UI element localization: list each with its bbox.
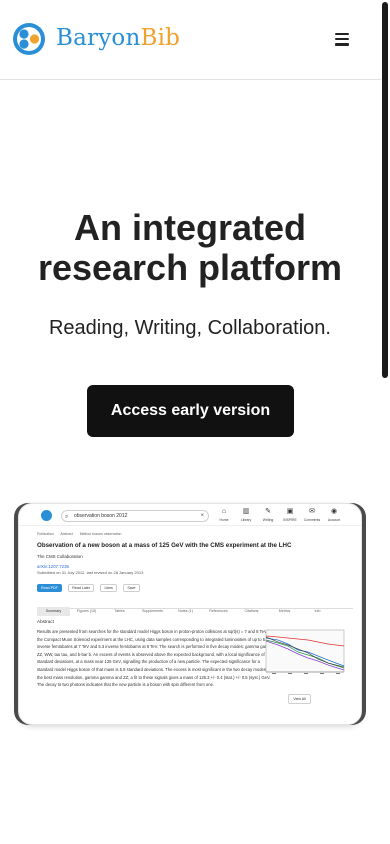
paper-author: The CMS Collaboration bbox=[37, 554, 83, 559]
preview-nav-writing: ✎ Writing bbox=[257, 508, 279, 522]
clear-icon: × bbox=[200, 513, 204, 519]
breadcrumb-item: Publication bbox=[37, 532, 54, 536]
brand-suffix: Bib bbox=[140, 25, 181, 51]
preview-nav-label: Account bbox=[327, 518, 341, 522]
tab-references: References bbox=[209, 609, 228, 613]
preview-figure-thumbnail bbox=[265, 629, 345, 674]
preview-nav-account: ◉ Account bbox=[323, 508, 345, 522]
preview-topbar: ⌕ observation boson 2012 × ⌂ Home ▥ Libr… bbox=[19, 504, 361, 526]
writing-icon: ✎ bbox=[265, 508, 271, 515]
breadcrumb: Publication Abstract Method bosons obser… bbox=[37, 532, 127, 536]
preview-nav-inspire: ▣ INSPIRE bbox=[279, 508, 301, 522]
hamburger-menu-icon[interactable] bbox=[332, 30, 352, 50]
hero-subtitle: Reading, Writing, Collaboration. bbox=[48, 317, 331, 339]
arxiv-link: arXiv:1207.7235 bbox=[37, 564, 69, 569]
hero-title: An integrated research platform bbox=[37, 207, 343, 288]
preview-nav-label: Library bbox=[240, 518, 252, 522]
preview-search-value: observation boson 2012 bbox=[74, 513, 128, 519]
breadcrumb-item: Abstract bbox=[60, 532, 73, 536]
preview-nav-comments: ✉ Comments bbox=[301, 508, 323, 522]
breadcrumb-item: Method bosons observation bbox=[79, 532, 122, 536]
likes-button: Likes bbox=[100, 584, 117, 592]
tab-notes: Notes (1) bbox=[178, 609, 193, 613]
tab-info: Info bbox=[314, 609, 321, 613]
preview-search-input: ⌕ observation boson 2012 × bbox=[61, 510, 209, 522]
preview-nav-label: Writing bbox=[262, 518, 274, 522]
preview-nav-library: ▥ Library bbox=[235, 508, 257, 522]
preview-nav-home: ⌂ Home bbox=[213, 508, 235, 522]
app-preview-screenshot: ⌕ observation boson 2012 × ⌂ Home ▥ Libr… bbox=[18, 503, 362, 725]
account-icon: ◉ bbox=[330, 508, 338, 515]
brand-prefix: Baryon bbox=[56, 25, 141, 51]
paper-dates: Submitted on 31 July 2012, last revised … bbox=[37, 570, 144, 575]
access-early-version-button[interactable]: Access early version bbox=[87, 385, 294, 437]
home-icon: ⌂ bbox=[221, 508, 227, 515]
read-pdf-button: Read PDF bbox=[37, 584, 62, 592]
paper-title: Observation of a new boson at a mass of … bbox=[37, 542, 292, 549]
tab-metrics: Metrics bbox=[278, 609, 291, 613]
view-all-button: View All bbox=[288, 694, 311, 704]
tab-supplements: Supplements bbox=[142, 609, 163, 613]
page-scrollbar[interactable] bbox=[381, 0, 390, 844]
preview-logo-icon bbox=[41, 510, 52, 521]
preview-nav-label: Comments bbox=[303, 518, 321, 522]
comments-icon: ✉ bbox=[309, 508, 315, 515]
library-icon: ▥ bbox=[242, 508, 250, 515]
baryonbib-logo-icon[interactable] bbox=[12, 22, 46, 56]
search-icon: ⌕ bbox=[65, 514, 69, 520]
tab-figures: Figures (15) bbox=[76, 609, 97, 613]
scrollbar-thumb[interactable] bbox=[382, 2, 388, 378]
preview-nav-label: INSPIRE bbox=[283, 518, 297, 522]
paper-actions: Read PDF Read Later Likes Save bbox=[37, 584, 142, 593]
tab-summary: Summary bbox=[37, 607, 70, 616]
inspire-icon: ▣ bbox=[286, 508, 294, 515]
save-button: Save bbox=[123, 584, 140, 592]
abstract-text: Results are presented from searches for … bbox=[37, 629, 276, 688]
brand-name[interactable]: BaryonBib bbox=[56, 25, 180, 51]
read-later-button: Read Later bbox=[68, 584, 95, 592]
tab-tables: Tables bbox=[114, 609, 125, 613]
tab-citations: Citations bbox=[244, 609, 259, 613]
abstract-heading: Abstract bbox=[37, 619, 54, 624]
preview-nav-label: Home bbox=[219, 518, 229, 522]
top-header: BaryonBib bbox=[0, 0, 381, 80]
paper-tabs: Summary Figures (15) Tables Supplements Note… bbox=[37, 599, 353, 616]
